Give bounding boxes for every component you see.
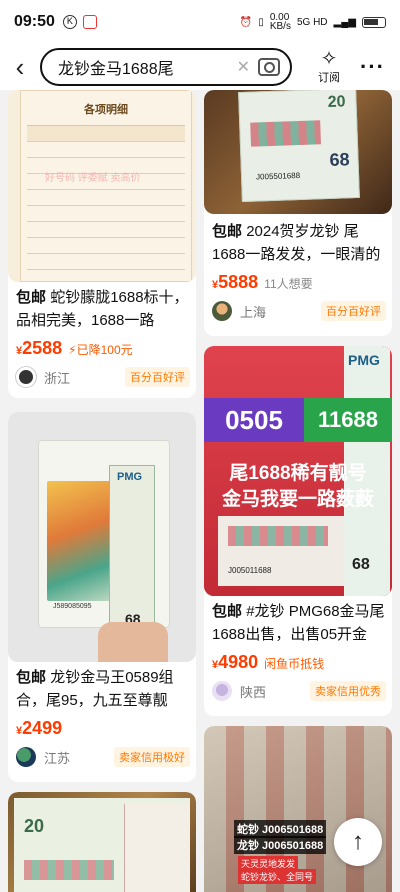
price-drop-note: ⚡已降100元 [68,343,133,357]
price-row: ¥ 5888 11人想要 [212,272,386,293]
subscribe-button[interactable]: ✧ 订阅 [302,49,356,85]
more-icon[interactable]: ··· [360,54,385,80]
free-shipping-tag: 包邮 [16,289,47,306]
free-shipping-tag: 包邮 [16,669,47,686]
image-watermark: 好号码 评委赋 卖高价 [45,173,141,184]
back-to-top-button[interactable]: ↑ [334,818,382,866]
status-right: ⏰ ▯ 0.00 KB/s 5G HD ▂▄▆ [239,12,386,32]
image-serial: J589085095 [53,603,92,610]
seller-city: 上海 [240,304,267,320]
free-shipping-tag: 包邮 [212,603,243,620]
seller-badge: 百分百好评 [321,301,386,321]
product-image: 20 J005501688 68 [204,90,392,214]
price: 4980 [218,652,259,672]
product-card[interactable]: PMG 68 0505 11688 尾1688稀有靓号 金马我要一路薮薮 J00… [204,346,392,716]
image-line-2: 龙钞 J006501688 [234,836,327,854]
app-notification-icon: K [62,15,77,29]
product-card[interactable]: 蛇钞 J006501688 龙钞 J006501688 天灵灵地发发 蛇钞龙钞、… [204,726,392,892]
header: ‹ 龙钞金马1688尾 ✕ ✧ 订阅 ··· [0,44,400,90]
image-line-2: 金马我要一路薮薮 [221,489,374,510]
seller-city: 江苏 [44,750,71,766]
status-bar: 09:50 K ⏰ ▯ 0.00 KB/s 5G HD ▂▄▆ [0,0,400,44]
avatar[interactable] [16,367,36,387]
signal-label: 5G HD [296,16,328,28]
price-row: ¥ 4980 闲鱼币抵钱 [212,652,386,673]
want-count: 11人想要 [264,277,313,291]
product-image: 各项明细 好号码 评委赋 卖高价 [8,90,196,282]
subscribe-label: 订阅 [318,72,340,84]
battery-icon [362,16,386,28]
seller-row: 江苏 卖家信用极好 [16,747,190,767]
search-input[interactable]: 龙钞金马1688尾 ✕ [40,48,292,86]
seller-row: 陕西 卖家信用优秀 [212,681,386,701]
free-shipping-tag: 包邮 [212,223,243,240]
image-serial: J005011688 [228,566,272,575]
camera-icon[interactable] [258,58,280,76]
price: 2588 [22,338,63,358]
alarm-icon: ⏰ [239,16,253,28]
price-row: ¥ 2499 [16,718,190,739]
signal-icon: ▂▄▆ [333,16,356,28]
product-image: 20 [8,792,196,892]
seller-city: 陕西 [240,684,267,700]
seller-badge: 卖家信用极好 [114,747,190,767]
image-suffix: 11688 [304,398,392,442]
product-title: 包邮 2024贺岁龙钞 尾1688一路发发，一眼清的 [212,220,386,266]
product-card[interactable]: 20 [8,792,196,892]
seller-row: 浙江 百分百好评 [16,367,190,387]
back-arrow-icon: ‹ [15,51,25,82]
coin-note: 闲鱼币抵钱 [264,657,325,671]
seller-badge: 百分百好评 [125,367,190,387]
avatar[interactable] [212,301,232,321]
product-image: PMG 68 0505 11688 尾1688稀有靓号 金马我要一路薮薮 J00… [204,346,392,596]
price: 2499 [22,718,63,738]
product-title: 包邮 龙钞金马王0589组合，尾95，九五至尊靓 [16,666,190,712]
subscribe-icon: ✧ [320,48,338,70]
seller-city: 浙江 [44,370,71,386]
image-header-text: 各项明细 [84,104,128,116]
product-card[interactable]: 20 J005501688 68 包邮 2024贺岁龙钞 尾1688一路发发，一… [204,90,392,336]
product-card[interactable]: 各项明细 好号码 评委赋 卖高价 包邮 蛇钞朦胧1688标十，品相完美，1688… [8,90,196,398]
seller-badge: 卖家信用优秀 [310,681,386,701]
app-notification-icon-2 [82,15,97,29]
product-title: 包邮 #龙钞 PMG68金马尾1688出售，出售05开金 [212,600,386,646]
avatar[interactable] [212,681,232,701]
image-line-1: 尾1688稀有靓号 [229,463,367,484]
image-serial: J005501688 [255,170,301,182]
search-query: 龙钞金马1688尾 [58,61,174,78]
seller-row: 上海 百分百好评 [212,301,386,321]
price-row: ¥ 2588 ⚡已降100元 [16,338,190,359]
product-image: 蛇钞 J006501688 龙钞 J006501688 天灵灵地发发 蛇钞龙钞、… [204,726,392,892]
card-body: 包邮 2024贺岁龙钞 尾1688一路发发，一眼清的 ¥ 5888 11人想要 … [212,220,386,321]
arrow-up-icon: ↑ [352,828,364,855]
net-speed: 0.00 KB/s [269,12,291,32]
card-body: 包邮 #龙钞 PMG68金马尾1688出售，出售05开金 ¥ 4980 闲鱼币抵… [212,600,386,701]
clear-icon[interactable]: ✕ [237,57,250,77]
price: 5888 [218,272,259,292]
avatar[interactable] [16,747,36,767]
image-prefix: 0505 [204,398,304,442]
status-time: 09:50 [14,13,55,30]
product-card[interactable]: PMG 68 J589085095 包邮 龙钞金马王0589组合，尾95，九五至… [8,412,196,782]
vibrate-icon: ▯ [258,16,264,28]
product-image: PMG 68 J589085095 [8,412,196,662]
card-body: 包邮 龙钞金马王0589组合，尾95，九五至尊靓 ¥ 2499 江苏 卖家信用极… [16,666,190,767]
back-button[interactable]: ‹ [0,44,40,90]
image-line-4: 蛇钞龙钞、全同号 [238,869,317,884]
card-body: 包邮 蛇钞朦胧1688标十，品相完美，1688一路 ¥ 2588 ⚡已降100元… [16,286,190,387]
product-title: 包邮 蛇钞朦胧1688标十，品相完美，1688一路 [16,286,190,332]
